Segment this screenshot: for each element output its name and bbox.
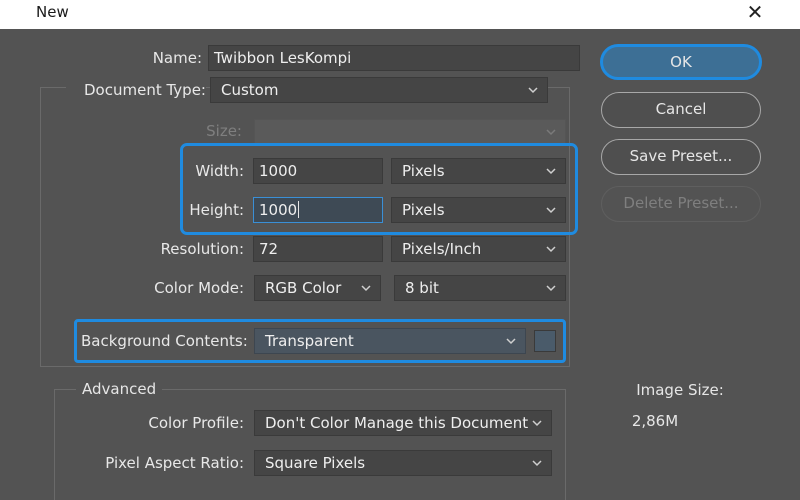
chevron-down-icon xyxy=(505,335,517,347)
height-value: 1000 xyxy=(259,201,298,219)
chevron-down-icon xyxy=(527,84,539,96)
height-unit-select[interactable]: Pixels xyxy=(391,197,566,223)
document-type-select[interactable]: Custom xyxy=(210,77,548,103)
resolution-unit-value: Pixels/Inch xyxy=(402,240,482,258)
width-label: Width: xyxy=(195,162,244,180)
width-unit-value: Pixels xyxy=(402,162,445,180)
bit-depth-select[interactable]: 8 bit xyxy=(394,275,566,301)
pixel-aspect-ratio-label: Pixel Aspect Ratio: xyxy=(105,454,244,472)
resolution-label: Resolution: xyxy=(160,240,244,258)
image-size-label: Image Size: xyxy=(636,381,724,399)
title-bar: New ✕ xyxy=(0,0,800,29)
color-mode-label: Color Mode: xyxy=(154,279,244,297)
height-label: Height: xyxy=(189,201,244,219)
window-title: New xyxy=(36,3,69,21)
save-preset-button[interactable]: Save Preset... xyxy=(601,139,761,175)
size-label: Size: xyxy=(206,122,242,140)
image-size-value: 2,86M xyxy=(631,412,679,430)
close-icon[interactable]: ✕ xyxy=(744,0,766,26)
background-color-swatch[interactable] xyxy=(534,330,556,352)
new-document-dialog: Name: Twibbon LesKompi Document Type: Cu… xyxy=(26,29,800,500)
ok-button[interactable]: OK xyxy=(600,44,762,80)
cancel-button[interactable]: Cancel xyxy=(601,92,761,128)
name-label: Name: xyxy=(152,49,202,67)
pixel-aspect-ratio-value: Square Pixels xyxy=(265,454,366,472)
background-contents-value: Transparent xyxy=(265,332,354,350)
chevron-down-icon xyxy=(545,126,557,138)
height-unit-value: Pixels xyxy=(402,201,445,219)
text-caret xyxy=(298,201,300,218)
chevron-down-icon xyxy=(531,417,543,429)
chevron-down-icon xyxy=(360,282,372,294)
size-select xyxy=(254,119,566,145)
name-input[interactable]: Twibbon LesKompi xyxy=(208,45,580,71)
delete-preset-button: Delete Preset... xyxy=(601,186,761,222)
color-mode-select[interactable]: RGB Color xyxy=(254,275,381,301)
background-contents-select[interactable]: Transparent xyxy=(254,328,526,354)
chevron-down-icon xyxy=(545,204,557,216)
bit-depth-value: 8 bit xyxy=(405,279,439,297)
chevron-down-icon xyxy=(545,282,557,294)
resolution-input[interactable]: 72 xyxy=(253,236,383,262)
advanced-legend: Advanced xyxy=(76,380,163,398)
resolution-unit-select[interactable]: Pixels/Inch xyxy=(391,236,566,262)
pixel-aspect-ratio-select[interactable]: Square Pixels xyxy=(254,450,552,476)
chevron-down-icon xyxy=(545,165,557,177)
document-type-label: Document Type: xyxy=(66,81,206,99)
color-profile-select[interactable]: Don't Color Manage this Document xyxy=(254,410,552,436)
document-type-value: Custom xyxy=(221,81,279,99)
color-profile-label: Color Profile: xyxy=(148,414,244,432)
color-mode-value: RGB Color xyxy=(265,279,342,297)
width-unit-select[interactable]: Pixels xyxy=(391,158,566,184)
chevron-down-icon xyxy=(545,243,557,255)
chevron-down-icon xyxy=(531,457,543,469)
width-input[interactable]: 1000 xyxy=(253,158,383,184)
height-input[interactable]: 1000 xyxy=(253,197,383,223)
advanced-group xyxy=(54,389,566,500)
color-profile-value: Don't Color Manage this Document xyxy=(265,414,529,432)
background-contents-label: Background Contents: xyxy=(81,332,248,350)
